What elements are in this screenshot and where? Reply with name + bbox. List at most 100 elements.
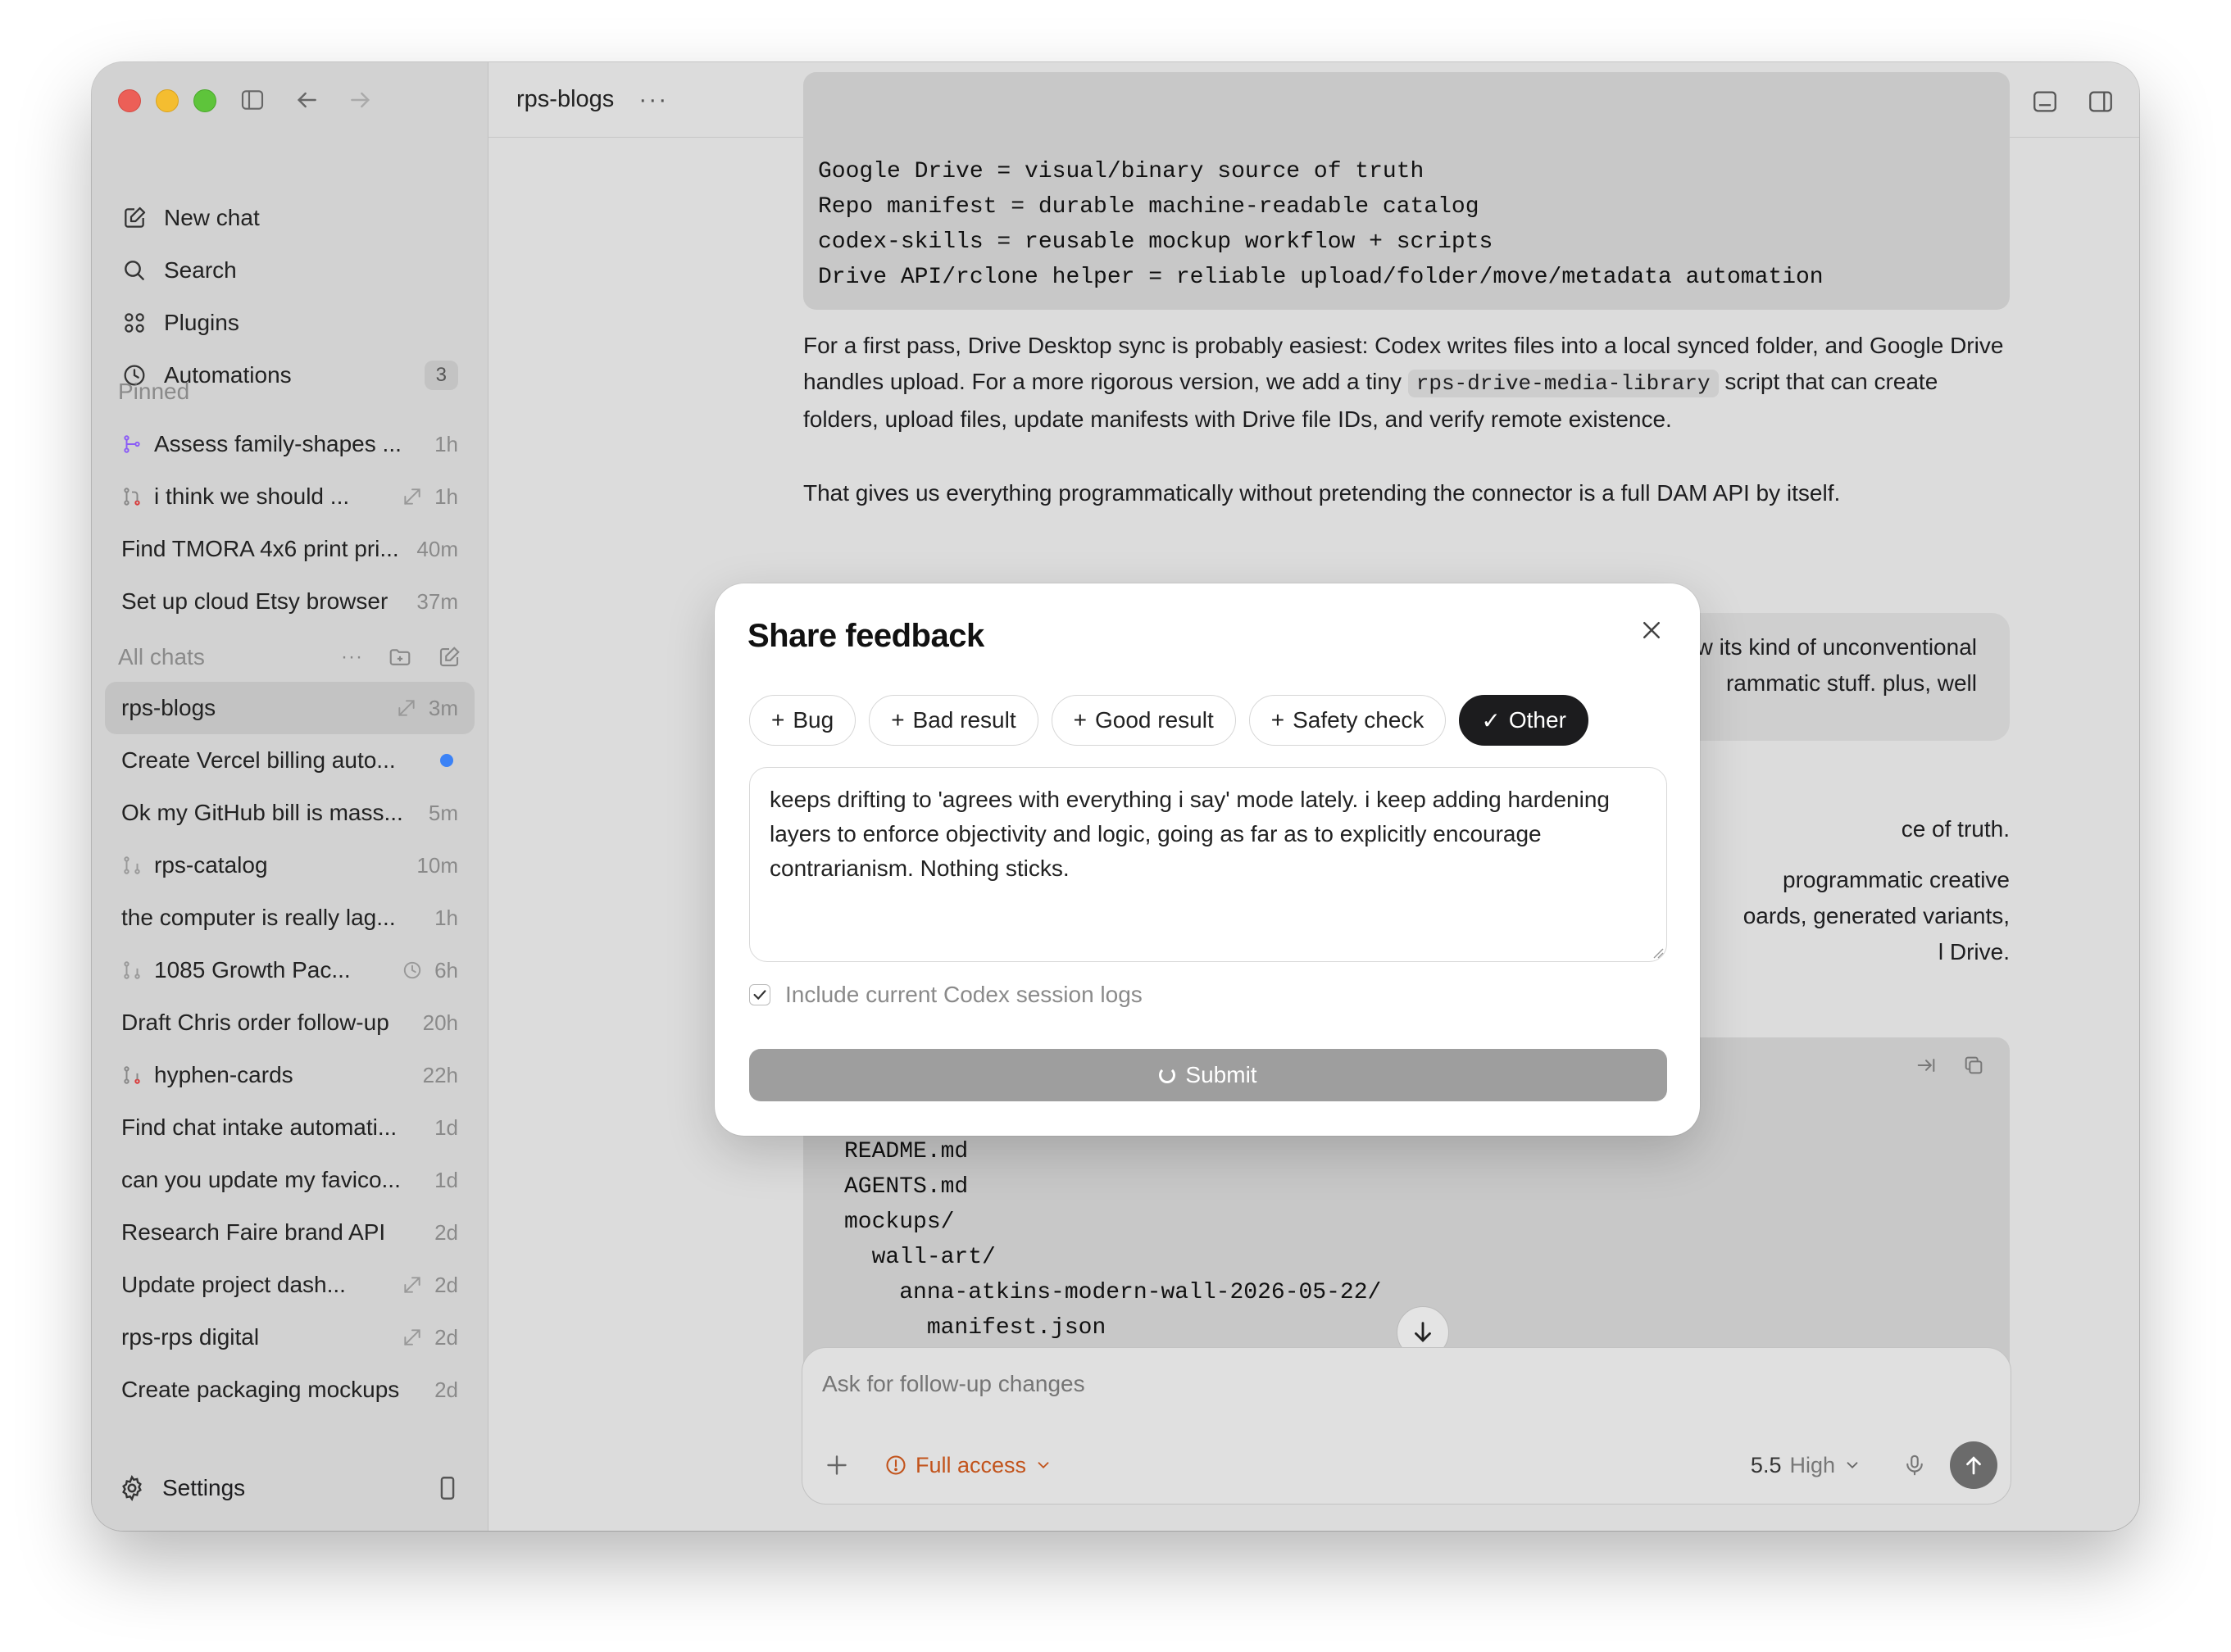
sidebar-toggle-icon[interactable]: [239, 87, 266, 113]
chip-label: Other: [1508, 707, 1566, 733]
chat-time: 6h: [434, 957, 458, 983]
terminal-panel-icon[interactable]: [2031, 88, 2059, 116]
forward-arrow-icon[interactable]: [348, 87, 374, 113]
chat-time: 2d: [434, 1324, 458, 1350]
chat-item-selected[interactable]: rps-blogs 3m: [105, 682, 475, 734]
chat-time: 10m: [416, 852, 458, 878]
chat-item[interactable]: Research Faire brand API 2d: [105, 1206, 475, 1259]
chat-item[interactable]: can you update my favico... 1d: [105, 1154, 475, 1206]
page-title: rps-blogs: [516, 86, 615, 112]
more-options-button[interactable]: ···: [638, 86, 668, 114]
chat-title: Find chat intake automati...: [121, 1114, 398, 1140]
model-effort: High: [1789, 1452, 1835, 1477]
dialog-title: Share feedback: [747, 618, 984, 654]
all-chats-label: All chats: [118, 644, 205, 669]
chat-time: 2d: [434, 1272, 458, 1297]
pinned-chat-item[interactable]: Find TMORA 4x6 print pri... 40m: [105, 523, 475, 575]
submit-label: Submit: [1185, 1062, 1257, 1087]
chat-title: can you update my favico...: [121, 1167, 401, 1192]
pinned-chat-item[interactable]: Assess family-shapes ... 1h: [105, 418, 475, 470]
access-level-dropdown[interactable]: Full access: [884, 1453, 1052, 1478]
shared-icon: [404, 1277, 420, 1293]
sidebar-toolbar: [239, 87, 374, 113]
pull-request-icon: [124, 1066, 140, 1084]
chip-label: Bug: [793, 707, 834, 733]
pinned-section-header: Pinned: [118, 379, 461, 405]
chat-item[interactable]: 1085 Growth Pac... 6h: [105, 944, 475, 996]
copy-icon[interactable]: [1962, 1054, 1985, 1077]
pull-request-icon: [124, 856, 140, 874]
access-level-label: Full access: [916, 1452, 1027, 1477]
all-chats-section-header: All chats ···: [118, 644, 461, 670]
arrow-up-icon: [1966, 1456, 1981, 1475]
send-button[interactable]: [1950, 1441, 1997, 1489]
category-chip-safety-check[interactable]: + Safety check: [1248, 695, 1447, 746]
category-chip-good-result[interactable]: + Good result: [1051, 695, 1236, 746]
phone-icon[interactable]: [434, 1474, 461, 1502]
search-button[interactable]: Search: [105, 244, 475, 297]
follow-up-input[interactable]: [822, 1371, 1991, 1397]
chat-title: the computer is really lag...: [121, 905, 396, 930]
chat-title: Ok my GitHub bill is mass...: [121, 800, 403, 825]
sidebar: New chat Search Plugins Automations 3 Pi…: [92, 62, 488, 1531]
chat-title: rps-rps digital: [121, 1324, 260, 1350]
arrow-down-icon: [1415, 1322, 1431, 1342]
chat-item[interactable]: Ok my GitHub bill is mass... 5m: [105, 787, 475, 839]
microphone-icon[interactable]: [1902, 1453, 1927, 1477]
chevron-down-icon: [1847, 1462, 1858, 1469]
back-arrow-icon[interactable]: [293, 87, 320, 113]
new-chat-button[interactable]: New chat: [105, 192, 475, 244]
chat-time: 37m: [416, 588, 458, 614]
add-attachment-icon[interactable]: [822, 1450, 852, 1480]
shared-icon: [398, 700, 415, 716]
all-chats-more-button[interactable]: ···: [341, 646, 363, 669]
spinner-icon: [1159, 1067, 1176, 1083]
pinned-chat-item[interactable]: i think we should ... 1h: [105, 470, 475, 523]
chat-title: Find TMORA 4x6 print pri...: [121, 536, 399, 561]
chat-item[interactable]: Create packaging mockups 2d: [105, 1364, 475, 1416]
chat-time: 1d: [434, 1167, 458, 1192]
chat-time: 2d: [434, 1377, 458, 1402]
wrap-icon[interactable]: [1915, 1054, 1938, 1077]
chat-title: hyphen-cards: [154, 1062, 293, 1087]
close-icon[interactable]: [1639, 618, 1664, 642]
chat-item[interactable]: Update project dash... 2d: [105, 1259, 475, 1311]
include-logs-label: Include current Codex session logs: [785, 982, 1143, 1007]
chat-item[interactable]: Find chat intake automati... 1d: [105, 1101, 475, 1154]
chat-title: Assess family-shapes ...: [154, 431, 402, 456]
chat-time: 1d: [434, 1114, 458, 1140]
chat-time: 1h: [434, 905, 458, 930]
chat-item[interactable]: Draft Chris order follow-up 20h: [105, 996, 475, 1049]
new-folder-icon[interactable]: [388, 645, 412, 669]
category-chip-bad-result[interactable]: + Bad result: [869, 695, 1038, 746]
chat-item[interactable]: the computer is really lag... 1h: [105, 892, 475, 944]
plugins-button[interactable]: Plugins: [105, 297, 475, 349]
include-logs-row[interactable]: Include current Codex session logs: [749, 982, 1143, 1008]
chat-time: 3m: [428, 695, 458, 720]
close-window-button[interactable]: [118, 89, 141, 112]
category-chip-bug[interactable]: + Bug: [749, 695, 857, 746]
resize-grip-icon[interactable]: [1652, 947, 1664, 959]
minimize-window-button[interactable]: [156, 89, 179, 112]
chat-item[interactable]: hyphen-cards 22h: [105, 1049, 475, 1101]
chat-time: 22h: [422, 1062, 458, 1087]
sidebar-nav: New chat Search Plugins Automations 3: [105, 192, 475, 402]
settings-button[interactable]: Settings: [118, 1462, 461, 1514]
shared-icon: [404, 1329, 420, 1346]
chat-title: i think we should ...: [154, 483, 350, 509]
feedback-textarea[interactable]: keeps drifting to 'agrees with everythin…: [749, 767, 1667, 962]
zoom-window-button[interactable]: [193, 89, 216, 112]
side-panel-icon[interactable]: [2087, 88, 2115, 116]
chat-item[interactable]: rps-rps digital 2d: [105, 1311, 475, 1364]
submit-button[interactable]: Submit: [749, 1049, 1667, 1101]
composer-toolbar: Full access 5.5 High: [822, 1438, 1997, 1492]
pinned-chat-item[interactable]: Set up cloud Etsy browser 37m: [105, 575, 475, 628]
pinned-label: Pinned: [118, 379, 190, 404]
model-selector[interactable]: 5.5 High: [1751, 1453, 1861, 1478]
category-chip-other[interactable]: ✓ Other: [1459, 695, 1588, 746]
chat-item[interactable]: rps-catalog 10m: [105, 839, 475, 892]
include-logs-checkbox[interactable]: [749, 984, 770, 1005]
chat-item[interactable]: Create Vercel billing auto...: [105, 734, 475, 787]
compose-icon[interactable]: [437, 645, 461, 669]
model-version: 5.5: [1750, 1452, 1782, 1477]
